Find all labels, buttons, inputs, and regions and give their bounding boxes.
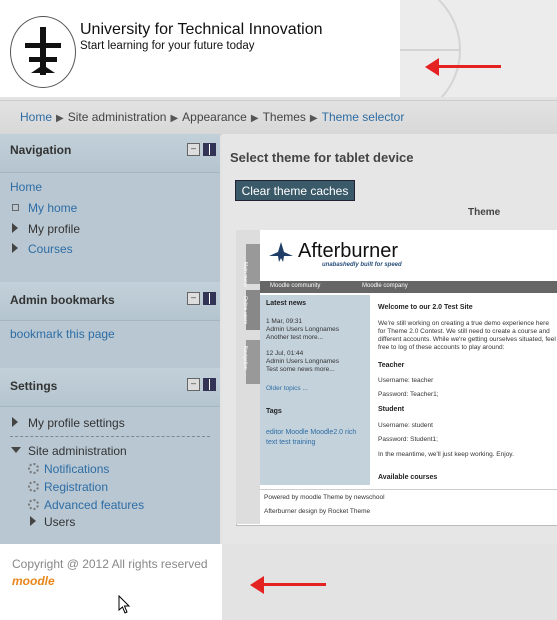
expand-arrow-icon[interactable]	[30, 516, 36, 526]
settings-registration[interactable]: Registration	[44, 480, 108, 494]
navigation-title: Navigation	[10, 143, 72, 157]
preview-footer-divider	[260, 489, 557, 490]
nav-my-home[interactable]: My home	[28, 201, 77, 215]
jet-icon	[269, 242, 293, 262]
collapse-icon[interactable]: –	[187, 143, 200, 156]
breadcrumb-separator-icon: ▶	[56, 113, 64, 124]
gear-icon	[28, 499, 39, 510]
site-title[interactable]: University for Technical Innovation	[80, 21, 323, 39]
dock-icon[interactable]	[203, 378, 216, 391]
preview-teacher-pass: Password: Teacher1;	[378, 391, 439, 398]
dock-icon[interactable]	[203, 292, 216, 305]
collapse-icon[interactable]: –	[187, 292, 200, 305]
divider	[10, 436, 210, 437]
settings-advanced-features[interactable]: Advanced features	[44, 498, 144, 512]
preview-tab-navigation: Navigation	[242, 346, 248, 370]
preview-tagline: unabashedly built for speed	[322, 262, 402, 268]
preview-student-pass: Password: Student1;	[378, 436, 438, 443]
preview-teacher-heading: Teacher	[378, 362, 405, 369]
preview-intro: We're still working on creating a true d…	[378, 320, 556, 351]
copyright-text: Copyright @ 2012 All rights reserved	[12, 557, 208, 571]
preview-news1-text: Another test more...	[266, 334, 324, 341]
preview-side-tabs	[236, 230, 260, 524]
red-arrow-icon	[250, 576, 328, 594]
red-arrow-icon	[425, 58, 503, 76]
admin-bookmarks-title: Admin bookmarks	[10, 293, 115, 307]
breadcrumb-themes[interactable]: Themes	[263, 110, 306, 124]
breadcrumb: Home ▶ Site administration ▶ Appearance ▶ Them…	[20, 110, 404, 124]
collapse-icon[interactable]: –	[187, 378, 200, 391]
preview-news1-author: Admin Users Longnames	[266, 326, 339, 333]
settings-users[interactable]: Users	[44, 515, 75, 529]
preview-student-heading: Student	[378, 406, 405, 413]
preview-news1-date: 1 Mar, 09:31	[266, 318, 303, 325]
bookmark-this-page-link[interactable]: bookmark this page	[10, 327, 115, 341]
nav-home[interactable]: Home	[10, 180, 42, 194]
preview-older-topics: Older topics ...	[266, 385, 308, 392]
preview-tab-online-users: Online users	[242, 296, 248, 325]
theme-column-header: Theme	[468, 207, 501, 218]
header-background	[319, 0, 557, 121]
preview-available-courses: Available courses	[378, 474, 438, 481]
moodle-logo[interactable]: moodle	[12, 574, 55, 588]
preview-nav-community: Moodle community	[270, 283, 321, 289]
breadcrumb-separator-icon: ▶	[250, 113, 259, 124]
preview-tag-list: editor Moodle Moodle2.0 rich text test t…	[266, 429, 357, 446]
nav-my-profile[interactable]: My profile	[28, 222, 80, 236]
preview-latest-news: Latest news	[266, 300, 307, 307]
preview-nav-company: Moodle company	[362, 283, 408, 289]
preview-news2-date: 12 Jul, 01:44	[266, 350, 304, 357]
preview-tab-main-menu: Main menu	[242, 262, 248, 287]
breadcrumb-separator-icon: ▶	[309, 113, 318, 124]
expand-arrow-icon[interactable]	[12, 417, 18, 427]
bullet-icon	[12, 204, 19, 211]
preview-powered-by: Powered by moodle Theme by newschool	[264, 494, 385, 501]
preview-meanwhile: In the meantime, we'll just keep working…	[378, 451, 514, 458]
breadcrumb-site-admin[interactable]: Site administration	[68, 110, 167, 124]
church-logo	[10, 16, 76, 88]
preview-brand: Afterburner	[298, 240, 399, 262]
gear-icon	[28, 463, 39, 474]
breadcrumb-theme-selector[interactable]: Theme selector	[322, 110, 405, 124]
preview-news2-author: Admin Users Longnames	[266, 358, 339, 365]
preview-welcome: Welcome to our 2.0 Test Site	[378, 304, 473, 311]
my-profile-settings[interactable]: My profile settings	[28, 416, 125, 430]
site-administration[interactable]: Site administration	[28, 444, 127, 458]
settings-notifications[interactable]: Notifications	[44, 462, 109, 476]
preview-student-user: Username: student	[378, 422, 433, 429]
preview-news2-text: Test some news more...	[266, 366, 335, 373]
clear-theme-caches-button[interactable]: Clear theme caches	[235, 180, 355, 201]
settings-title: Settings	[10, 379, 58, 393]
preview-tags-title: Tags	[266, 408, 282, 415]
globe-watermark-icon	[319, 0, 461, 121]
dock-icon[interactable]	[203, 143, 216, 156]
nav-courses[interactable]: Courses	[28, 242, 73, 256]
breadcrumb-appearance[interactable]: Appearance	[182, 110, 247, 124]
gear-icon	[28, 481, 39, 492]
site-tagline: Start learning for your future today	[80, 40, 255, 52]
mouse-cursor-icon	[118, 595, 131, 614]
breadcrumb-separator-icon: ▶	[170, 113, 179, 124]
page-title: Select theme for tablet device	[230, 150, 414, 165]
preview-teacher-user: Username: teacher	[378, 377, 434, 384]
expand-arrow-icon[interactable]	[12, 243, 18, 253]
expand-arrow-icon[interactable]	[12, 223, 18, 233]
preview-design-credit: Afterburner design by Rocket Theme	[264, 508, 371, 515]
collapse-arrow-icon[interactable]	[11, 447, 21, 453]
breadcrumb-home[interactable]: Home	[20, 110, 52, 124]
